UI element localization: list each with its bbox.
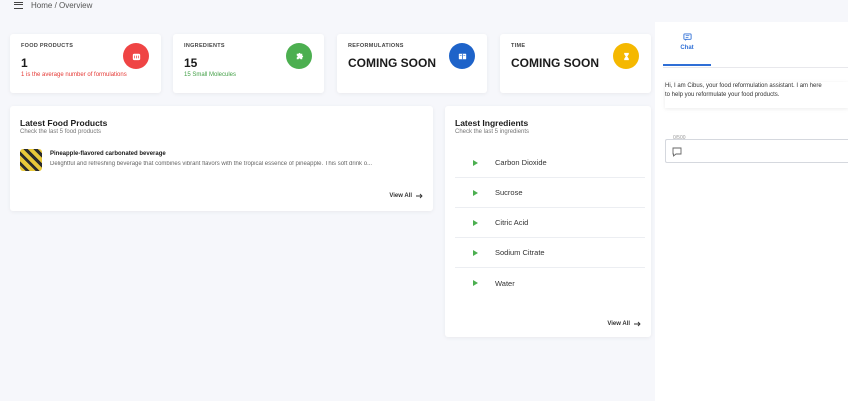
ingredient-name: Sucrose — [495, 188, 523, 197]
menu-icon[interactable] — [14, 1, 23, 9]
tab-label: Chat — [680, 45, 694, 51]
puzzle-icon — [286, 43, 312, 69]
breadcrumb: Home / Overview — [31, 0, 93, 10]
stat-label: TIME — [511, 43, 526, 49]
book-icon — [449, 43, 475, 69]
view-all-label: View All — [607, 321, 630, 327]
ingredient-list: Carbon Dioxide Sucrose Citric Acid Sodiu… — [455, 148, 645, 298]
product-name: Pineapple-flavored carbonated beverage — [50, 151, 166, 157]
stat-card-reformulations: REFORMULATIONS COMING SOON — [337, 34, 487, 93]
view-all-label: View All — [389, 193, 412, 199]
stat-value: COMING SOON — [511, 56, 600, 70]
stat-note: 1 is the average number of formulations — [21, 72, 127, 78]
product-thumbnail — [20, 149, 42, 171]
stat-label: FOOD PRODUCTS — [21, 43, 74, 49]
panel-subtitle: Check the last 5 food products — [20, 129, 102, 135]
panel-subtitle: Check the last 5 ingredients — [455, 129, 530, 135]
list-item[interactable]: Water — [455, 268, 645, 298]
message-icon — [672, 147, 682, 157]
bread-icon — [123, 43, 149, 69]
ingredient-name: Carbon Dioxide — [495, 158, 547, 167]
list-item[interactable]: Citric Acid — [455, 208, 645, 238]
play-icon — [473, 219, 478, 226]
panel-title: Latest Ingredients — [455, 118, 529, 128]
play-icon — [473, 280, 478, 286]
product-description: Delightful and refreshing beverage that … — [50, 161, 373, 167]
ingredient-name: Sodium Citrate — [495, 248, 545, 257]
play-icon — [473, 249, 478, 256]
panel-title: Latest Food Products — [20, 118, 108, 128]
stat-card-time: TIME COMING SOON — [500, 34, 651, 93]
stat-value: 1 — [21, 56, 28, 70]
stat-card-food-products: FOOD PRODUCTS 1 1 is the average number … — [10, 34, 161, 93]
play-icon — [473, 189, 478, 196]
view-all-ingredients-link[interactable]: View All — [607, 321, 641, 327]
latest-ingredients-panel: Latest Ingredients Check the last 5 ingr… — [445, 106, 651, 337]
divider — [663, 67, 848, 68]
message-line: Hi, I am Cibus, your food reformulation … — [665, 83, 822, 89]
hourglass-icon — [613, 43, 639, 69]
list-item[interactable]: Carbon Dioxide — [455, 148, 645, 178]
product-item[interactable]: Pineapple-flavored carbonated beverage D… — [20, 149, 419, 175]
message-line: to help you reformulate your food produc… — [665, 92, 780, 98]
arrow-right-icon — [416, 193, 423, 199]
play-icon — [473, 159, 478, 166]
ingredient-name: Citric Acid — [495, 218, 529, 227]
stat-label: INGREDIENTS — [184, 43, 225, 49]
tab-chat[interactable]: Chat — [663, 28, 711, 66]
chat-input[interactable] — [665, 139, 848, 163]
latest-food-products-panel: Latest Food Products Check the last 5 fo… — [10, 106, 433, 211]
top-bar: Home / Overview — [0, 0, 655, 20]
chat-panel: Chat Hi, I am Cibus, your food reformula… — [655, 22, 848, 401]
list-item[interactable]: Sodium Citrate — [455, 238, 645, 268]
chat-icon — [682, 33, 692, 42]
stat-value: 15 — [184, 56, 198, 70]
arrow-right-icon — [634, 321, 641, 327]
assistant-message: Hi, I am Cibus, your food reformulation … — [665, 82, 848, 108]
ingredient-name: Water — [495, 278, 515, 288]
stat-card-ingredients: INGREDIENTS 15 15 Small Molecules — [173, 34, 324, 93]
stat-label: REFORMULATIONS — [348, 43, 404, 49]
stat-note: 15 Small Molecules — [184, 72, 237, 78]
stat-value: COMING SOON — [348, 56, 437, 70]
list-item[interactable]: Sucrose — [455, 178, 645, 208]
view-all-products-link[interactable]: View All — [389, 193, 423, 199]
